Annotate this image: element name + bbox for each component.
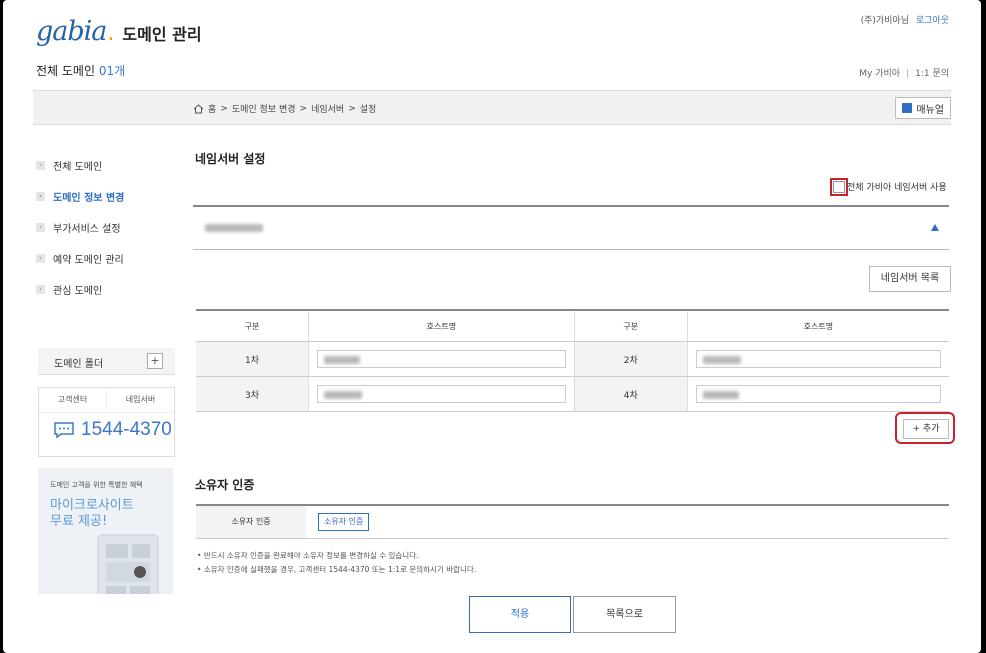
sidebar-nav: › 전체 도메인 › 도메인 정보 변경 › 부가서비스 설정 › 예약 도메인… bbox=[36, 150, 176, 305]
col-gubun: 구분 bbox=[574, 310, 688, 342]
domain-count-number[interactable]: 01개 bbox=[99, 64, 125, 78]
ns-order-label: 3차 bbox=[196, 376, 309, 412]
owner-verify-label: 소유자 인증 bbox=[196, 506, 306, 538]
ns-cell bbox=[308, 341, 575, 377]
ns4-hostname-input[interactable] bbox=[695, 385, 941, 403]
nameserver-list-button[interactable]: 네임서버 목록 bbox=[869, 266, 951, 292]
chat-bubble-icon bbox=[54, 422, 74, 439]
chevron-right-icon: › bbox=[36, 223, 45, 232]
add-folder-button[interactable]: + bbox=[147, 353, 163, 369]
ns-order-label: 4차 bbox=[574, 376, 688, 412]
domain-count: 전체 도메인 01개 bbox=[36, 62, 125, 79]
redacted-value bbox=[702, 356, 741, 364]
chevron-right-icon: › bbox=[36, 161, 45, 170]
nameserver-section-title: 네임서버 설정 bbox=[195, 152, 266, 166]
col-hostname: 호스트명 bbox=[687, 310, 949, 342]
use-all-ns-checkbox[interactable] bbox=[830, 177, 848, 196]
sidebar-item-addon-services[interactable]: › 부가서비스 설정 bbox=[36, 212, 176, 243]
chevron-right-icon: › bbox=[36, 192, 45, 201]
logo-wordmark: gabia bbox=[36, 16, 107, 47]
sidebar-item-domain-info[interactable]: › 도메인 정보 변경 bbox=[36, 181, 176, 212]
back-to-list-button[interactable]: 목록으로 bbox=[573, 596, 676, 633]
add-button-highlight: + 추가 bbox=[895, 412, 955, 444]
logo-dot: . bbox=[107, 21, 115, 46]
ns-cell bbox=[687, 376, 949, 412]
table-row: 1차 2차 bbox=[196, 341, 949, 377]
ns1-hostname-input[interactable] bbox=[317, 350, 566, 368]
add-nameserver-button[interactable]: + 추가 bbox=[903, 419, 949, 439]
cs-tabs: 고객센터 네임서버 bbox=[39, 388, 174, 413]
table-header-row: 구분 호스트명 구분 호스트명 bbox=[196, 310, 949, 342]
domain-folder-label: 도메인 폴더 bbox=[54, 359, 104, 370]
redacted-value bbox=[324, 391, 362, 399]
redacted-value bbox=[702, 391, 739, 399]
col-hostname: 호스트명 bbox=[308, 310, 575, 342]
promo-title-line1: 마이크로사이트 bbox=[50, 498, 134, 513]
use-all-gabia-ns: 전체 가비아 네임서버 사용 bbox=[830, 177, 947, 196]
domain-folder-header: 도메인 폴더 + bbox=[38, 348, 175, 375]
promo-title: 마이크로사이트 무료 제공! bbox=[50, 498, 134, 530]
promo-title-line2: 무료 제공! bbox=[50, 514, 108, 529]
domain-count-label: 전체 도메인 bbox=[36, 64, 96, 78]
sidebar-item-all-domains[interactable]: › 전체 도메인 bbox=[36, 150, 176, 181]
chevron-right-icon: › bbox=[36, 285, 45, 294]
table-row: 3차 4차 bbox=[196, 376, 949, 412]
owner-verify-button[interactable]: 소유자 인증 bbox=[318, 513, 370, 531]
sidebar-item-watchlist[interactable]: › 관심 도메인 bbox=[36, 274, 176, 305]
col-gubun: 구분 bbox=[196, 310, 309, 342]
ns-order-label: 1차 bbox=[196, 341, 309, 377]
sidebar-item-label: 예약 도메인 관리 bbox=[53, 255, 124, 266]
sidebar-item-reserved-domains[interactable]: › 예약 도메인 관리 bbox=[36, 243, 176, 274]
note-item: • 반드시 소유자 인증을 완료해야 소유자 정보를 변경하실 수 있습니다. bbox=[197, 551, 419, 560]
sidebar-item-label: 관심 도메인 bbox=[53, 286, 103, 297]
microsite-promo-banner[interactable]: 도메인 고객을 위한 특별한 혜택 마이크로사이트 무료 제공! bbox=[38, 468, 173, 594]
ns-cell bbox=[687, 341, 949, 377]
support-phone-number: 1544-4370 bbox=[81, 419, 172, 440]
customer-center-box: 고객센터 네임서버 1544-4370 bbox=[38, 387, 175, 457]
ns-order-label: 2차 bbox=[574, 341, 688, 377]
promo-illustration bbox=[97, 534, 159, 594]
owner-section-title: 소유자 인증 bbox=[195, 478, 255, 492]
triangle-up-icon bbox=[931, 224, 939, 231]
ns2-hostname-input[interactable] bbox=[695, 350, 941, 368]
redacted-value bbox=[324, 356, 360, 364]
sidebar-item-label: 전체 도메인 bbox=[53, 162, 103, 173]
ns-cell bbox=[308, 376, 575, 412]
selected-domain-redacted bbox=[205, 224, 263, 232]
main-content: 네임서버 설정 전체 가비아 네임서버 사용 네임서버 목록 구분 호스트명 구… bbox=[193, 0, 955, 653]
use-all-ns-label: 전체 가비아 네임서버 사용 bbox=[847, 183, 947, 193]
note-text: 반드시 소유자 인증을 완료해야 소유자 정보를 변경하실 수 있습니다. bbox=[203, 551, 419, 560]
owner-verify-row: 소유자 인증 소유자 인증 bbox=[196, 504, 949, 539]
app-title: 도메인 관리 bbox=[122, 25, 202, 44]
tab-customer-center[interactable]: 고객센터 bbox=[39, 388, 107, 412]
promo-subtitle: 도메인 고객을 위한 특별한 혜택 bbox=[50, 481, 143, 489]
sidebar-item-label: 도메인 정보 변경 bbox=[53, 193, 125, 204]
domain-selector[interactable] bbox=[193, 205, 949, 250]
sidebar-item-label: 부가서비스 설정 bbox=[53, 224, 121, 235]
owner-notes: • 반드시 소유자 인증을 완료해야 소유자 정보를 변경하실 수 있습니다. … bbox=[197, 549, 476, 577]
support-phone: 1544-4370 bbox=[39, 413, 174, 441]
note-text: 소유자 인증에 실패했을 경우, 고객센터 1544-4370 또는 1:1로 … bbox=[203, 565, 477, 574]
ns3-hostname-input[interactable] bbox=[317, 385, 566, 403]
apply-button[interactable]: 적용 bbox=[469, 596, 571, 633]
gabia-logo[interactable]: gabia . 도메인 관리 bbox=[36, 16, 202, 47]
nameserver-table: 구분 호스트명 구분 호스트명 1차 2차 3차 4차 bbox=[196, 309, 949, 412]
chevron-right-icon: › bbox=[36, 254, 45, 263]
tab-nameserver[interactable]: 네임서버 bbox=[107, 388, 174, 412]
note-item: • 소유자 인증에 실패했을 경우, 고객센터 1544-4370 또는 1:1… bbox=[197, 565, 477, 574]
page-frame: gabia . 도메인 관리 (주)가비아님 로그아웃 전체 도메인 01개 M… bbox=[3, 0, 981, 653]
